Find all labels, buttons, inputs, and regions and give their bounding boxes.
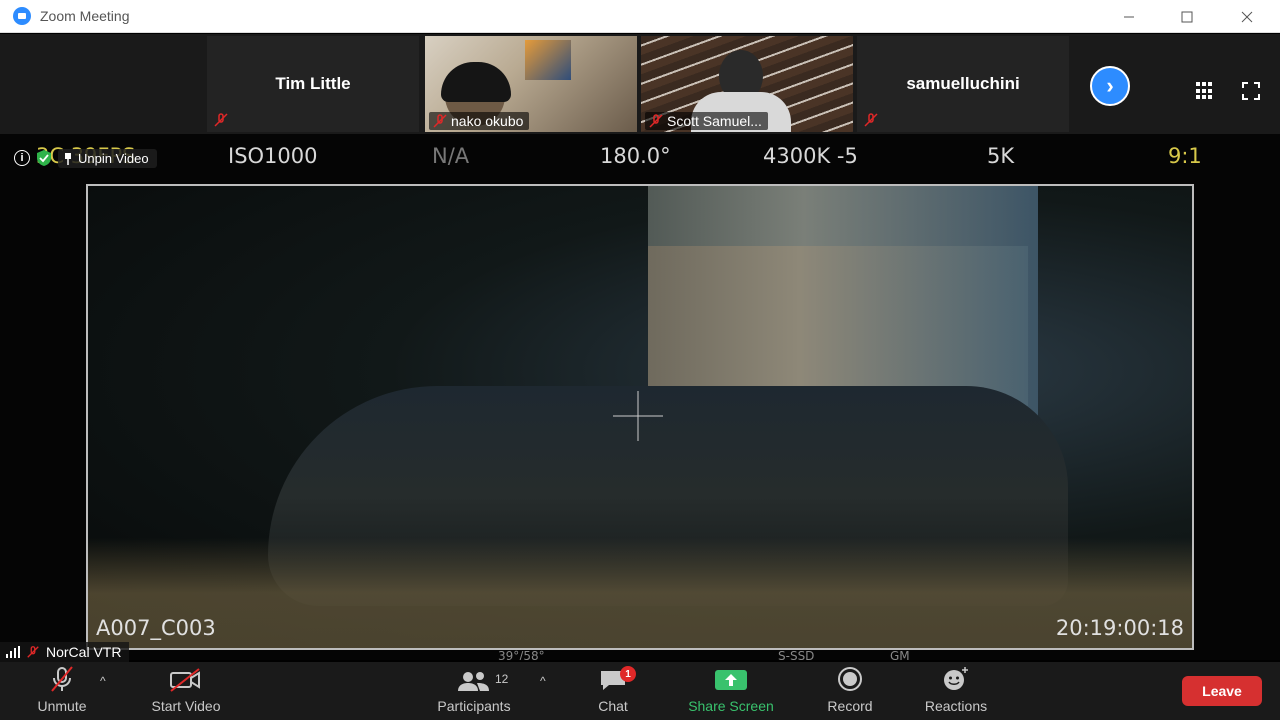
chat-unread-badge: 1 [620, 666, 636, 682]
unmute-button[interactable]: Unmute [30, 662, 94, 720]
chat-label: Chat [598, 698, 628, 714]
participant-name-text: nako okubo [451, 113, 524, 129]
participant-name: samuelluchini [906, 74, 1020, 93]
participant-tile[interactable]: samuelluchini [857, 36, 1069, 132]
meeting-info-icon[interactable]: i [14, 150, 30, 166]
participant-name: Tim Little [275, 74, 351, 93]
participants-count: 12 [495, 672, 509, 686]
muted-mic-icon [864, 113, 878, 127]
floor [88, 538, 1192, 648]
video-overlay-controls: i Unpin Video [14, 148, 157, 168]
minimize-button[interactable] [1106, 0, 1152, 33]
close-button[interactable] [1224, 0, 1270, 33]
window-title: Zoom Meeting [40, 8, 130, 24]
hud-iso: ISO1000 [228, 144, 318, 168]
main-video: 3C 39FPS ISO1000 N/A 180.0° 4300K -5 5K … [0, 134, 1280, 660]
smiley-plus-icon [944, 667, 968, 690]
pin-icon [65, 152, 71, 165]
hud-temp: 39°/58° [498, 649, 545, 660]
participant-strip: Tim Little nako okubo Scott Samuel... sa… [0, 34, 1280, 134]
meeting-toolbar: Unmute ^ Start Video Participants 12 ^ C… [0, 662, 1280, 720]
chevron-right-icon: › [1106, 73, 1114, 98]
hud-gm: GM [890, 649, 910, 660]
participants-options-caret-icon[interactable]: ^ [540, 674, 546, 688]
encryption-shield-icon[interactable] [36, 149, 52, 167]
wall-art [525, 40, 571, 80]
share-screen-icon [715, 670, 747, 690]
participant-name: Scott Samuel... [645, 112, 768, 130]
share-screen-label: Share Screen [688, 698, 774, 714]
start-video-button[interactable]: Start Video [145, 662, 227, 720]
muted-mic-icon [27, 646, 39, 658]
participants-button[interactable]: Participants [430, 662, 518, 720]
signal-strength-icon [6, 646, 20, 658]
video-off-icon [170, 668, 200, 692]
hud-aspect: 9:1 [1168, 144, 1202, 168]
participant-name: nako okubo [429, 112, 530, 130]
participant-tile[interactable]: nako okubo [425, 36, 637, 132]
participant-tile[interactable]: Tim Little [207, 36, 419, 132]
unpin-label: Unpin Video [78, 150, 149, 166]
participants-icon [458, 672, 489, 691]
hud-resolution: 5K [987, 144, 1015, 168]
record-button[interactable]: Record [822, 662, 878, 720]
start-video-label: Start Video [151, 698, 221, 714]
camera-hud-top: 3C 39FPS ISO1000 N/A 180.0° 4300K -5 5K … [0, 144, 1280, 172]
participants-label: Participants [437, 698, 511, 714]
speaker-name: NorCal VTR [46, 644, 122, 660]
camera-frame: A007_C003 20:19:00:18 [86, 184, 1194, 650]
hud-nd: N/A [432, 144, 470, 168]
muted-mic-icon [649, 114, 663, 128]
unmute-label: Unmute [37, 698, 87, 714]
muted-mic-icon [214, 113, 228, 127]
audio-options-caret-icon[interactable]: ^ [100, 674, 106, 688]
speaker-nameplate: NorCal VTR [0, 642, 130, 662]
hud-wb: 4300K -5 [763, 144, 858, 168]
participant-tile[interactable]: Scott Samuel... [641, 36, 853, 132]
minimize-icon [1124, 16, 1134, 17]
leave-button[interactable]: Leave [1182, 676, 1262, 706]
close-icon [1241, 11, 1253, 22]
zoom-logo-icon [13, 7, 31, 25]
record-label: Record [827, 698, 873, 714]
fullscreen-icon[interactable] [1242, 82, 1260, 100]
gallery-view-icon[interactable] [1196, 82, 1214, 100]
muted-mic-icon [51, 666, 73, 692]
reactions-label: Reactions [924, 698, 988, 714]
window-titlebar: Zoom Meeting [0, 0, 1280, 33]
maximize-icon [1181, 11, 1193, 22]
hud-shutter: 180.0° [600, 144, 671, 168]
record-icon [838, 667, 862, 691]
headphones-shape [441, 62, 511, 102]
participant-name-text: Scott Samuel... [667, 113, 762, 129]
share-screen-button[interactable]: Share Screen [683, 662, 779, 720]
jeans-cuff [648, 246, 1028, 406]
timecode: 20:19:00:18 [1055, 616, 1184, 640]
muted-mic-icon [433, 114, 447, 128]
next-page-button[interactable]: › [1090, 66, 1130, 106]
unpin-video-button[interactable]: Unpin Video [58, 148, 157, 168]
maximize-button[interactable] [1164, 0, 1210, 33]
clip-name: A007_C003 [96, 616, 216, 640]
crosshair-icon [613, 391, 663, 441]
reactions-button[interactable]: Reactions [920, 662, 992, 720]
camera-hud-bottom: 39°/58° S-SSD GM [0, 649, 1280, 660]
hud-media: S-SSD [778, 649, 815, 660]
